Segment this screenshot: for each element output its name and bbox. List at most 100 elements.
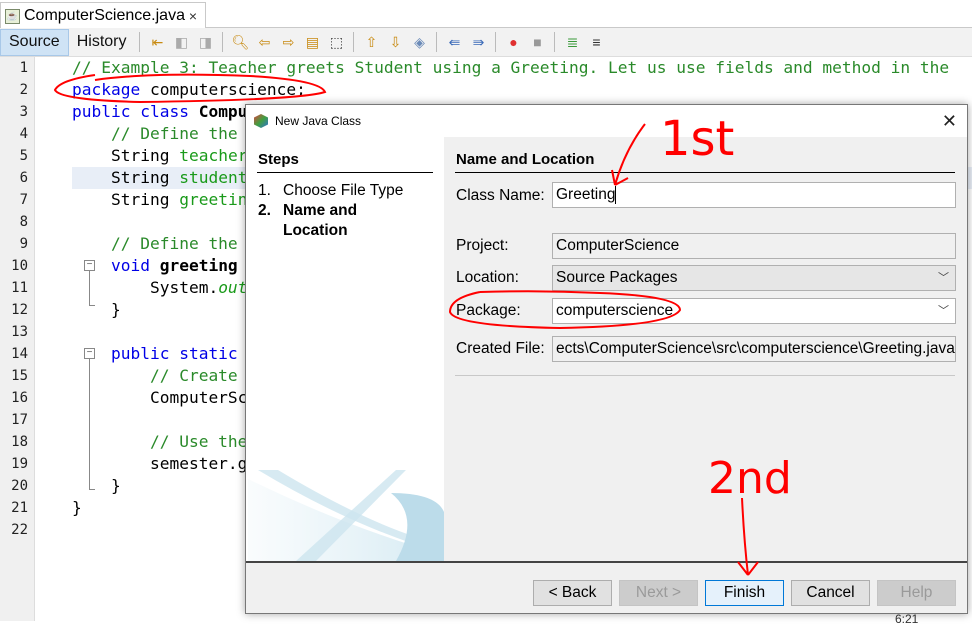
divider	[436, 32, 438, 52]
line-number: 10	[11, 258, 28, 274]
divider	[495, 32, 497, 52]
location-dropdown[interactable]: Source Packages ﹀	[552, 265, 956, 291]
history-tab[interactable]: History	[69, 29, 135, 56]
editor-tab-computerscience-java[interactable]: ☕ ComputerScience.java ×	[0, 2, 206, 29]
step-number: 1.	[258, 182, 271, 199]
find-icon[interactable]: 🔍︎	[231, 33, 250, 51]
find-previous-icon[interactable]: ⇦	[255, 33, 273, 51]
dialog-button-bar: < Back Next > Finish Cancel Help	[246, 561, 967, 613]
start-macro-icon[interactable]: ●	[504, 33, 522, 51]
line-number: 16	[11, 390, 28, 406]
divider	[455, 375, 955, 376]
close-icon[interactable]: ✕	[942, 111, 957, 132]
code-line: // Use the	[72, 432, 248, 451]
line-number: 8	[19, 214, 28, 230]
line-number: 15	[11, 368, 28, 384]
line-number: 21	[11, 500, 28, 516]
field: teacher	[169, 146, 248, 165]
decorative-swoosh	[248, 470, 444, 561]
line-number: 1	[19, 60, 28, 76]
code-line: String greeting	[72, 189, 257, 211]
location-label: Location:	[456, 269, 519, 286]
steps-title: Steps	[258, 151, 299, 168]
next-bookmark-icon[interactable]: ⇩	[386, 33, 404, 51]
editor-tab-bar: ☕ ComputerScience.java ×	[0, 0, 972, 29]
code-line: System.out	[72, 277, 247, 299]
divider	[257, 172, 433, 173]
chevron-down-icon: ﹀	[938, 272, 949, 284]
field: student	[169, 168, 248, 187]
divider	[554, 32, 556, 52]
type: String	[72, 190, 170, 209]
code-line: String teacher	[72, 145, 247, 167]
back-button[interactable]: < Back	[533, 580, 612, 606]
line-number: 12	[11, 302, 28, 318]
previous-bookmark-icon[interactable]: ⇧	[362, 33, 380, 51]
selection-search-icon[interactable]: ⬚	[327, 33, 345, 51]
code-line: // Example 3: Teacher greets Student usi…	[72, 58, 950, 77]
section-title: Name and Location	[456, 151, 595, 168]
line-number: 19	[11, 456, 28, 472]
divider	[139, 32, 141, 52]
code-text: System.	[72, 278, 219, 297]
java-file-icon: ☕	[5, 8, 20, 24]
finish-button[interactable]: Finish	[705, 580, 784, 606]
name-and-location-panel: Name and Location Class Name: Greeting P…	[444, 137, 967, 561]
uncomment-icon[interactable]: ≡	[587, 33, 605, 51]
package-combobox[interactable]: computerscience ﹀	[552, 298, 956, 324]
find-next-icon[interactable]: ⇨	[279, 33, 297, 51]
code-line: // Define the	[72, 124, 238, 143]
text-caret	[615, 185, 617, 204]
chevron-down-icon: ﹀	[938, 305, 949, 317]
source-tab[interactable]: Source	[0, 28, 69, 56]
close-tab-icon[interactable]: ×	[189, 8, 197, 24]
location-value: Source Packages	[556, 269, 678, 286]
line-number: 4	[19, 126, 28, 142]
last-edit-icon[interactable]: ⇤	[148, 33, 166, 51]
line-number: 18	[11, 434, 28, 450]
code-text: computerscience;	[140, 80, 306, 99]
shift-left-icon[interactable]: ⇚	[445, 33, 463, 51]
line-number: 17	[11, 412, 28, 428]
caret-position: 6:21	[895, 612, 919, 626]
line-number: 5	[19, 148, 28, 164]
line-number: 2	[19, 82, 28, 98]
step-name-and-location: Name and	[283, 202, 358, 219]
code-line: semester.g	[72, 454, 248, 473]
tab-label: ComputerScience.java	[24, 7, 185, 24]
new-java-class-dialog: New Java Class ✕ Steps 1. Choose File Ty…	[245, 104, 968, 614]
created-file-label: Created File:	[456, 340, 545, 357]
project-field: ComputerScience	[552, 233, 956, 259]
code-line: void greeting	[72, 255, 238, 277]
line-number: 7	[19, 192, 28, 208]
back-icon[interactable]: ◧	[172, 33, 190, 51]
next-button[interactable]: Next >	[619, 580, 698, 606]
code-line: }	[72, 300, 121, 319]
divider	[222, 32, 224, 52]
line-number: 13	[11, 324, 28, 340]
divider	[353, 32, 355, 52]
divider	[455, 172, 955, 173]
class-name-input[interactable]: Greeting	[552, 182, 956, 208]
class-name-label: Class Name:	[456, 187, 545, 204]
forward-icon[interactable]: ◨	[196, 33, 214, 51]
type: String	[72, 146, 170, 165]
static-field: out	[218, 278, 248, 297]
line-number-gutter: 1 2 3 4 5 6 7 8 9 10 11 12 13 14 15 16 1…	[0, 57, 35, 621]
toggle-highlight-icon[interactable]: ▤	[303, 33, 321, 51]
line-number: 6	[19, 170, 28, 186]
step-name-and-location-cont: Location	[283, 222, 348, 239]
line-number: 11	[11, 280, 28, 296]
help-button[interactable]: Help	[877, 580, 956, 606]
comment-icon[interactable]: ≣	[563, 33, 581, 51]
line-number: 3	[19, 104, 28, 120]
cancel-button[interactable]: Cancel	[791, 580, 870, 606]
line-number: 22	[11, 522, 28, 538]
shift-right-icon[interactable]: ⇛	[469, 33, 487, 51]
method-name: greeting	[149, 256, 238, 275]
code-line: }	[72, 498, 82, 517]
toggle-bookmark-icon[interactable]: ◈	[410, 33, 428, 51]
step-choose-file-type: Choose File Type	[283, 182, 404, 199]
step-number: 2.	[258, 202, 271, 219]
stop-macro-icon[interactable]: ■	[528, 33, 546, 51]
